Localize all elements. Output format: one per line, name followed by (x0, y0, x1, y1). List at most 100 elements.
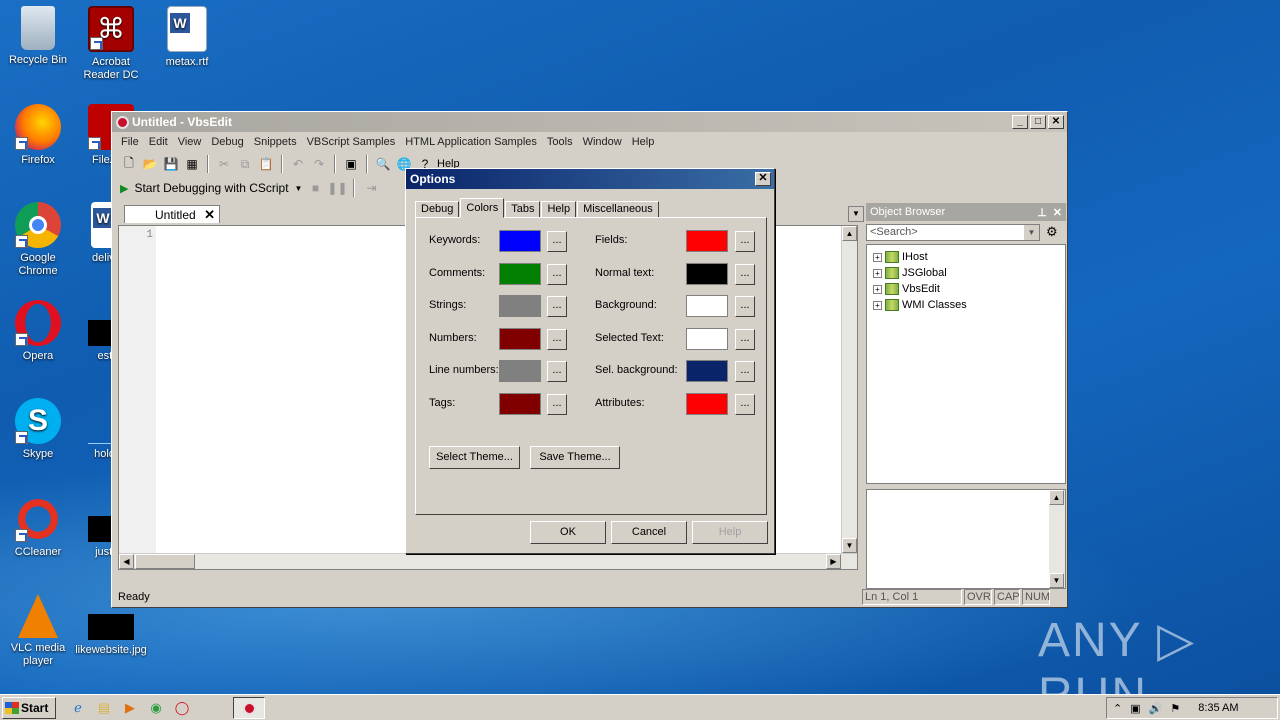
scroll-down-arrow[interactable]: ▼ (1049, 573, 1064, 588)
color-swatch[interactable] (499, 360, 541, 382)
save-all-icon[interactable]: ▦ (183, 155, 201, 173)
select-theme-button[interactable]: Select Theme... (429, 446, 520, 469)
menu-vbscript-samples[interactable]: VBScript Samples (302, 136, 401, 148)
action-center-flag-icon[interactable]: ⚑ (1170, 702, 1180, 715)
tab-list-dropdown[interactable]: ▼ (848, 206, 864, 222)
tab-tabs[interactable]: Tabs (505, 201, 541, 218)
desktop-icon-firefox[interactable]: Firefox (0, 104, 76, 167)
editor-horizontal-scrollbar[interactable]: ◀ ▶ (119, 553, 857, 569)
script-window-icon[interactable]: ▣ (342, 155, 360, 173)
color-swatch[interactable] (499, 393, 541, 415)
color-browse-button[interactable]: ... (735, 296, 755, 317)
color-swatch[interactable] (686, 393, 728, 415)
menu-debug[interactable]: Debug (206, 136, 248, 148)
color-browse-button[interactable]: ... (735, 264, 755, 285)
scroll-left-arrow[interactable]: ◀ (119, 554, 134, 569)
description-scrollbar[interactable]: ▲ ▼ (1049, 490, 1065, 588)
chrome-taskbar-icon[interactable]: ◉ (147, 699, 165, 717)
desktop-icon-skype[interactable]: S Skype (0, 398, 76, 461)
color-swatch[interactable] (499, 295, 541, 317)
object-description-pane[interactable]: ▲ ▼ (866, 489, 1066, 589)
volume-icon[interactable]: 🔊 (1149, 702, 1163, 715)
scroll-down-arrow[interactable]: ▼ (842, 538, 857, 553)
network-icon[interactable]: ▣ (1130, 702, 1140, 715)
chevron-down-icon[interactable]: ▼ (1024, 225, 1039, 240)
scroll-up-arrow[interactable]: ▲ (842, 226, 857, 241)
opera-taskbar-icon[interactable]: ◯ (173, 699, 191, 717)
step-into-icon[interactable]: ⇥ (362, 179, 380, 197)
color-browse-button[interactable]: ... (547, 329, 567, 350)
start-debugging-button[interactable]: ▶ Start Debugging with CScript ▼ (120, 181, 302, 195)
help-button[interactable]: Help (692, 521, 768, 544)
color-swatch[interactable] (686, 360, 728, 382)
color-browse-button[interactable]: ... (547, 394, 567, 415)
color-swatch[interactable] (499, 263, 541, 285)
editor-vertical-scrollbar[interactable]: ▲ ▼ (841, 226, 857, 569)
expand-icon[interactable]: + (873, 300, 882, 310)
tab-colors[interactable]: Colors (460, 198, 505, 218)
object-search-input[interactable]: <Search> ▼ (866, 224, 1040, 241)
object-browser-tool-icon[interactable]: ⚙ (1046, 224, 1058, 240)
new-file-icon[interactable]: 🗋 (120, 155, 138, 173)
ok-button[interactable]: OK (530, 521, 606, 544)
maximize-button[interactable]: □ (1030, 115, 1046, 129)
desktop-icon-metax-rtf[interactable]: W metax.rtf (149, 6, 225, 69)
close-panel-icon[interactable]: ✕ (1053, 206, 1062, 219)
menu-edit[interactable]: Edit (144, 136, 173, 148)
stop-icon[interactable]: ■ (306, 179, 324, 197)
scroll-right-arrow[interactable]: ▶ (826, 554, 841, 569)
color-browse-button[interactable]: ... (735, 231, 755, 252)
internet-explorer-icon[interactable]: ℯ (69, 699, 87, 717)
tree-item-ihost[interactable]: + IHost (873, 249, 1059, 265)
menu-view[interactable]: View (173, 136, 207, 148)
color-browse-button[interactable]: ... (735, 329, 755, 350)
color-swatch[interactable] (686, 263, 728, 285)
tree-item-wmi-classes[interactable]: + WMI Classes (873, 297, 1059, 313)
options-dialog[interactable]: Options ✕ Debug Colors Tabs Help Miscell… (405, 168, 775, 554)
redo-icon[interactable]: ↷ (310, 155, 328, 173)
pause-icon[interactable]: ❚❚ (327, 179, 347, 197)
tab-untitled[interactable]: Untitled ✕ (124, 205, 220, 223)
file-explorer-icon[interactable]: ▤ (95, 699, 113, 717)
horizontal-scroll-thumb[interactable] (135, 554, 195, 569)
tab-debug[interactable]: Debug (415, 201, 460, 218)
desktop-icon-recycle-bin[interactable]: Recycle Bin (0, 6, 76, 67)
color-swatch[interactable] (499, 328, 541, 350)
menu-snippets[interactable]: Snippets (249, 136, 302, 148)
tab-miscellaneous[interactable]: Miscellaneous (577, 201, 659, 218)
media-player-icon[interactable]: ▶ (121, 699, 139, 717)
window-titlebar[interactable]: Untitled - VbsEdit _ □ ✕ (112, 112, 1067, 132)
menu-file[interactable]: File (116, 136, 144, 148)
menu-tools[interactable]: Tools (542, 136, 578, 148)
color-swatch[interactable] (686, 295, 728, 317)
menu-window[interactable]: Window (578, 136, 627, 148)
menu-help[interactable]: Help (627, 136, 660, 148)
color-browse-button[interactable]: ... (547, 296, 567, 317)
scroll-up-arrow[interactable]: ▲ (1049, 490, 1064, 505)
menu-hta-samples[interactable]: HTML Application Samples (400, 136, 542, 148)
cut-icon[interactable]: ✂ (215, 155, 233, 173)
expand-icon[interactable]: + (873, 284, 882, 294)
expand-icon[interactable]: + (873, 252, 882, 262)
find-icon[interactable]: 🔍 (374, 155, 392, 173)
save-theme-button[interactable]: Save Theme... (530, 446, 620, 469)
dialog-close-button[interactable]: ✕ (755, 172, 771, 186)
chevron-down-icon[interactable]: ▼ (295, 184, 303, 193)
color-browse-button[interactable]: ... (547, 264, 567, 285)
color-browse-button[interactable]: ... (735, 394, 755, 415)
color-browse-button[interactable]: ... (547, 361, 567, 382)
dialog-titlebar[interactable]: Options ✕ (406, 169, 774, 189)
minimize-button[interactable]: _ (1012, 115, 1028, 129)
color-swatch[interactable] (686, 328, 728, 350)
show-hidden-icons[interactable]: ⌃ (1113, 702, 1122, 715)
copy-icon[interactable]: ⧉ (236, 155, 254, 173)
tree-item-vbsedit[interactable]: + VbsEdit (873, 281, 1059, 297)
color-browse-button[interactable]: ... (735, 361, 755, 382)
pin-icon[interactable]: ⊥ (1037, 206, 1047, 219)
desktop-icon-acrobat[interactable]: ⌘ Acrobat Reader DC (73, 6, 149, 82)
desktop-icon-opera[interactable]: Opera (0, 300, 76, 363)
expand-icon[interactable]: + (873, 268, 882, 278)
clock[interactable]: 8:35 AM (1198, 702, 1238, 714)
cancel-button[interactable]: Cancel (611, 521, 687, 544)
open-folder-icon[interactable]: 📂 (141, 155, 159, 173)
